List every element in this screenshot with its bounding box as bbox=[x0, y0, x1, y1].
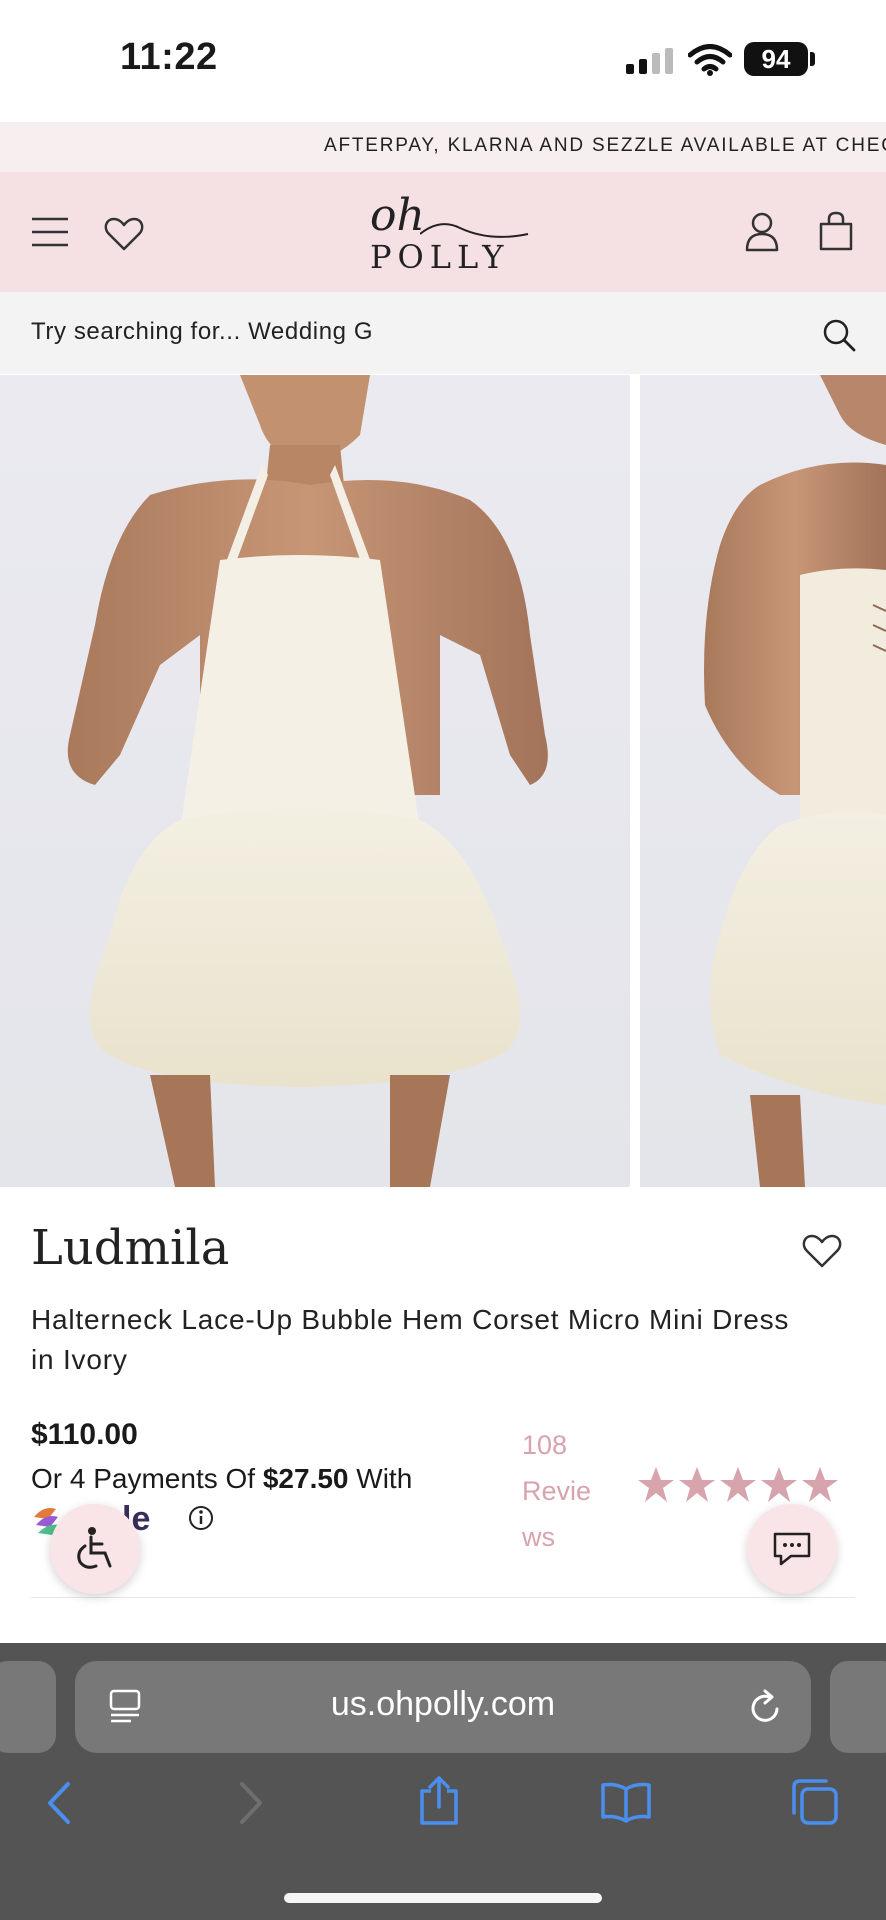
clock: 11:22 bbox=[120, 36, 218, 78]
installment-prefix: Or 4 Payments Of bbox=[31, 1463, 263, 1494]
search-input[interactable]: Try searching for... Wedding G bbox=[31, 318, 373, 346]
star-icon bbox=[802, 1467, 838, 1502]
review-label-line1: Revie bbox=[522, 1476, 592, 1506]
shopping-bag-icon[interactable] bbox=[818, 210, 854, 252]
installment-text: Or 4 Payments Of $27.50 With bbox=[31, 1463, 412, 1495]
promo-banner[interactable]: AFTERPAY, KLARNA AND SEZZLE AVAILABLE AT… bbox=[0, 122, 886, 172]
url-text: us.ohpolly.com bbox=[330, 1685, 556, 1723]
previous-tab-preview[interactable] bbox=[0, 1661, 56, 1753]
product-description: Halterneck Lace-Up Bubble Hem Corset Mic… bbox=[31, 1304, 790, 1375]
logo-script: oh bbox=[370, 190, 425, 241]
site-header: oh POLLY bbox=[0, 172, 886, 292]
oh-polly-logo[interactable]: oh POLLY bbox=[360, 190, 530, 276]
forward-icon[interactable] bbox=[236, 1780, 266, 1826]
share-icon[interactable] bbox=[418, 1775, 460, 1827]
cellular-signal-icon bbox=[626, 48, 673, 74]
star-icon bbox=[638, 1467, 674, 1502]
chat-support-button[interactable] bbox=[747, 1504, 837, 1594]
reload-icon[interactable] bbox=[747, 1687, 785, 1727]
installment-suffix: With bbox=[348, 1463, 413, 1494]
info-icon[interactable] bbox=[188, 1505, 214, 1531]
review-count: 108 bbox=[522, 1430, 568, 1460]
product-title: Ludmila bbox=[31, 1220, 230, 1276]
installment-amount: $27.50 bbox=[262, 1463, 349, 1494]
battery-tip bbox=[810, 52, 815, 66]
star-icon bbox=[679, 1467, 715, 1502]
home-indicator[interactable] bbox=[284, 1893, 602, 1903]
browser-toolbar: us.ohpolly.com bbox=[0, 1643, 886, 1920]
status-bar: 11:22 94 bbox=[0, 0, 886, 120]
review-label-line2: ws bbox=[522, 1522, 555, 1552]
star-icon bbox=[720, 1467, 756, 1502]
product-image-gallery[interactable] bbox=[0, 375, 886, 1187]
star-icon bbox=[761, 1467, 797, 1502]
account-icon[interactable] bbox=[744, 212, 780, 252]
accessibility-icon bbox=[77, 1527, 112, 1569]
search-bar[interactable]: Try searching for... Wedding G bbox=[0, 292, 886, 374]
chat-icon bbox=[773, 1532, 811, 1566]
logo-wordmark: POLLY bbox=[370, 238, 510, 276]
accessibility-button[interactable] bbox=[50, 1504, 140, 1594]
bookmarks-icon[interactable] bbox=[600, 1781, 652, 1823]
product-photo-ludmila-dress[interactable] bbox=[0, 375, 886, 1187]
next-tab-preview[interactable] bbox=[830, 1661, 886, 1753]
wishlist-heart-icon[interactable] bbox=[104, 216, 144, 252]
promo-text: AFTERPAY, KLARNA AND SEZZLE AVAILABLE AT… bbox=[324, 135, 886, 156]
tabs-icon[interactable] bbox=[790, 1777, 840, 1827]
add-to-wishlist-heart-icon[interactable] bbox=[802, 1233, 842, 1269]
battery-indicator: 94 bbox=[744, 42, 808, 76]
review-count-link[interactable]: 108 Revie ws bbox=[522, 1422, 612, 1560]
menu-icon[interactable] bbox=[30, 216, 70, 248]
back-icon[interactable] bbox=[44, 1780, 74, 1826]
address-bar[interactable]: us.ohpolly.com bbox=[75, 1661, 811, 1753]
search-icon[interactable] bbox=[822, 318, 856, 352]
rating-stars[interactable] bbox=[636, 1465, 840, 1505]
wifi-icon bbox=[688, 44, 732, 76]
section-divider bbox=[31, 1597, 855, 1598]
product-price: $110.00 bbox=[31, 1418, 138, 1451]
